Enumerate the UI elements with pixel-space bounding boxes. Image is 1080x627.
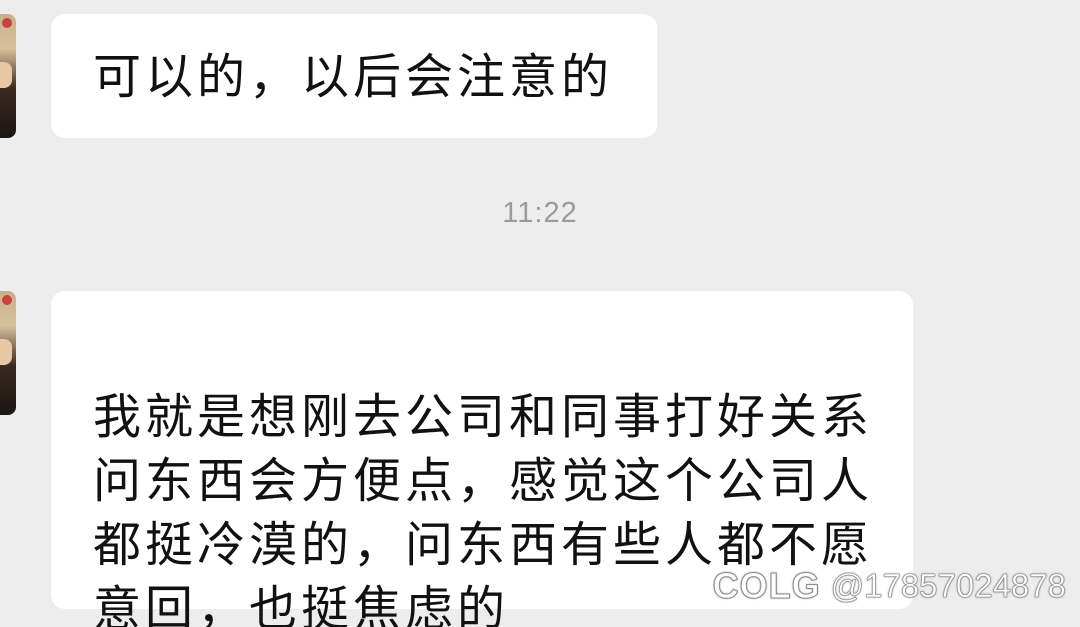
watermark-handle: @17857024878	[830, 567, 1066, 605]
avatar-face	[0, 62, 12, 88]
avatar-badge-dot	[2, 295, 12, 305]
watermark: COLG @17857024878	[712, 565, 1066, 607]
message-text: 可以的，以后会注意的	[93, 49, 614, 105]
message-timestamp: 11:22	[502, 197, 578, 229]
message-bubble[interactable]: 可以的，以后会注意的	[51, 14, 657, 138]
message-bubble[interactable]: 我就是想刚去公司和同事打好关系 问东西会方便点，感觉这个公司人 都挺冷漠的，问东…	[51, 291, 913, 627]
avatar[interactable]	[0, 14, 16, 138]
avatar-face	[0, 339, 12, 365]
avatar-badge-dot	[2, 18, 12, 28]
avatar[interactable]	[0, 291, 16, 415]
watermark-brand: COLG	[712, 565, 821, 607]
chat-screen: 可以的，以后会注意的 11:22 我就是想刚去公司和同事打好关系 问东西会方便点…	[0, 0, 1080, 627]
